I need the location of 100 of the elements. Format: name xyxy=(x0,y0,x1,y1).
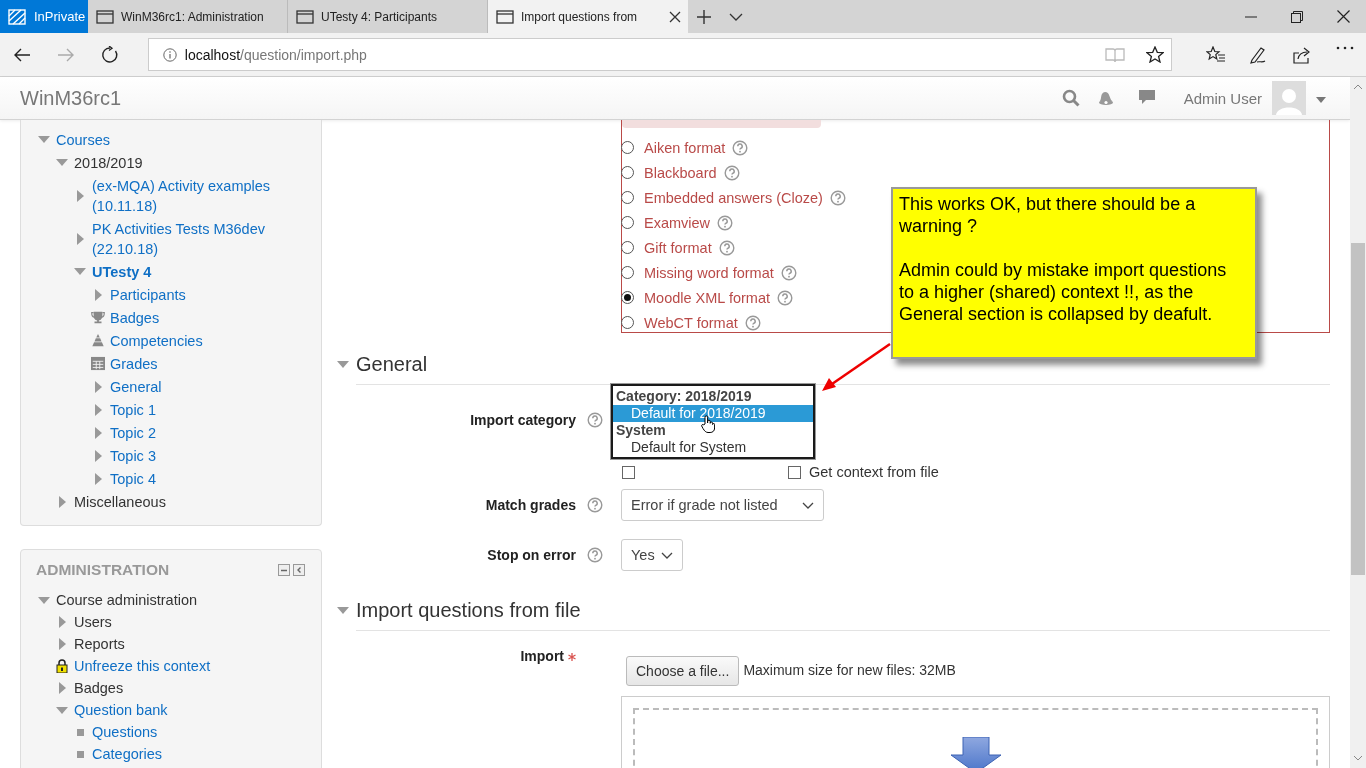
format-label: Aiken format xyxy=(644,139,726,156)
minimize-block-icon[interactable] xyxy=(278,564,290,576)
star-icon[interactable] xyxy=(1146,46,1164,63)
chevron-down-icon[interactable] xyxy=(729,12,743,21)
tree-item[interactable]: Topic 2 xyxy=(110,422,156,443)
caret-right-icon[interactable] xyxy=(58,616,66,628)
browser-tab[interactable]: Import questions from xyxy=(488,0,688,33)
search-icon[interactable] xyxy=(1061,89,1080,107)
caret-down-icon[interactable] xyxy=(74,268,86,275)
more-icon[interactable] xyxy=(1335,45,1354,50)
book-icon[interactable] xyxy=(1105,46,1125,63)
site-name[interactable]: WinM36rc1 xyxy=(20,86,122,110)
field-label: Import xyxy=(520,648,564,664)
help-icon[interactable] xyxy=(829,189,846,206)
checkbox[interactable] xyxy=(622,465,635,479)
tree-item[interactable]: PK Activities Tests M36dev (22.10.18) xyxy=(92,218,288,259)
tree-item[interactable]: Badges xyxy=(110,307,160,328)
tree-item[interactable]: Courses xyxy=(56,129,110,150)
tree-item[interactable]: Question bank xyxy=(74,700,168,720)
radio-button[interactable] xyxy=(621,241,634,254)
caret-right-icon[interactable] xyxy=(58,682,66,694)
tree-item[interactable]: Participants xyxy=(110,284,186,305)
tree-item[interactable]: General xyxy=(110,376,162,397)
dropdown-option[interactable]: Default for 2018/2019 xyxy=(613,405,813,422)
radio-button[interactable] xyxy=(621,216,634,229)
plus-icon[interactable] xyxy=(697,9,711,24)
help-icon[interactable] xyxy=(718,239,735,256)
radio-button[interactable] xyxy=(621,316,634,329)
user-name[interactable]: Admin User xyxy=(1183,89,1262,107)
radio-button[interactable] xyxy=(621,266,634,279)
caret-right-icon[interactable] xyxy=(58,638,66,650)
help-icon[interactable] xyxy=(780,264,797,281)
close-icon[interactable] xyxy=(1336,10,1350,23)
dock-block-icon[interactable] xyxy=(293,564,305,576)
tree-item[interactable]: (ex-MQA) Activity examples (10.11.18) xyxy=(92,175,288,216)
back-arrow-icon[interactable] xyxy=(12,46,31,63)
favorites-list-icon[interactable] xyxy=(1205,45,1226,63)
help-icon[interactable] xyxy=(587,412,603,428)
caret-right-icon[interactable] xyxy=(94,449,102,462)
help-icon[interactable] xyxy=(717,214,734,231)
caret-right-icon[interactable] xyxy=(94,426,102,439)
tree-item[interactable]: Grades xyxy=(110,353,158,374)
tree-item[interactable]: Badges xyxy=(74,678,124,698)
scroll-up-icon[interactable] xyxy=(1353,84,1363,90)
restore-icon[interactable] xyxy=(1291,10,1303,23)
tree-item[interactable]: Competencies xyxy=(110,330,203,351)
share-icon[interactable] xyxy=(1291,45,1312,64)
caret-down-icon[interactable] xyxy=(337,360,349,368)
minimize-icon[interactable] xyxy=(1245,15,1257,18)
caret-right-icon[interactable] xyxy=(94,380,102,393)
choose-file-button[interactable]: Choose a file... xyxy=(626,656,740,686)
help-icon[interactable] xyxy=(587,547,603,563)
radio-button[interactable] xyxy=(621,141,634,154)
help-icon[interactable] xyxy=(744,314,761,331)
tree-item[interactable]: Reports xyxy=(74,634,125,654)
help-icon[interactable] xyxy=(777,289,793,306)
radio-button[interactable] xyxy=(621,291,634,304)
help-icon[interactable] xyxy=(723,164,740,181)
caret-down-icon[interactable] xyxy=(337,606,349,614)
checkbox[interactable] xyxy=(788,465,801,479)
caret-right-icon[interactable] xyxy=(94,288,102,301)
dropdown-option[interactable]: Default for System xyxy=(613,439,813,456)
caret-right-icon[interactable] xyxy=(94,472,102,485)
tree-item[interactable]: 2018/2019 xyxy=(74,152,143,173)
caret-down-icon[interactable] xyxy=(1316,97,1326,103)
tree-item[interactable]: Course administration xyxy=(56,590,198,610)
radio-button[interactable] xyxy=(621,166,634,179)
help-icon[interactable] xyxy=(732,139,749,156)
category-dropdown-list[interactable]: Category: 2018/2019 Default for 2018/2019 System Default for System xyxy=(611,384,815,459)
section-heading[interactable]: General xyxy=(356,352,428,376)
select-field[interactable]: Yes xyxy=(621,539,683,571)
tree-item[interactable]: Questions xyxy=(92,722,158,742)
tree-item[interactable]: Topic 1 xyxy=(110,399,156,420)
caret-right-icon[interactable] xyxy=(94,403,102,416)
scroll-down-icon[interactable] xyxy=(1353,755,1363,761)
caret-down-icon[interactable] xyxy=(56,706,68,714)
caret-right-icon[interactable] xyxy=(58,495,66,508)
caret-right-icon[interactable] xyxy=(76,189,84,202)
select-field[interactable]: Error if grade not listed xyxy=(621,489,824,521)
tree-item[interactable]: Unfreeze this context xyxy=(74,656,211,676)
help-icon[interactable] xyxy=(587,497,603,513)
tree-item[interactable]: Topic 3 xyxy=(110,445,156,466)
refresh-icon[interactable] xyxy=(100,45,119,64)
tree-item[interactable]: Miscellaneous xyxy=(74,491,166,512)
caret-down-icon[interactable] xyxy=(56,159,68,166)
caret-down-icon[interactable] xyxy=(38,596,50,604)
tree-item[interactable]: Users xyxy=(74,612,112,632)
caret-right-icon[interactable] xyxy=(76,232,84,245)
address-bar[interactable]: localhost/question/import.php xyxy=(147,38,1172,71)
tree-item[interactable]: UTesty 4 xyxy=(92,261,152,282)
tree-item[interactable]: Topic 4 xyxy=(110,468,156,489)
chat-icon[interactable] xyxy=(1137,89,1156,107)
tree-item[interactable]: Categories xyxy=(92,744,163,764)
close-icon[interactable] xyxy=(668,9,682,24)
radio-button[interactable] xyxy=(621,191,634,204)
caret-down-icon[interactable] xyxy=(38,136,50,143)
chevron-down-icon xyxy=(660,551,673,559)
scrollbar-thumb[interactable] xyxy=(1351,243,1365,575)
forward-arrow-icon[interactable] xyxy=(56,46,75,63)
section-heading[interactable]: Import questions from file xyxy=(356,598,581,622)
